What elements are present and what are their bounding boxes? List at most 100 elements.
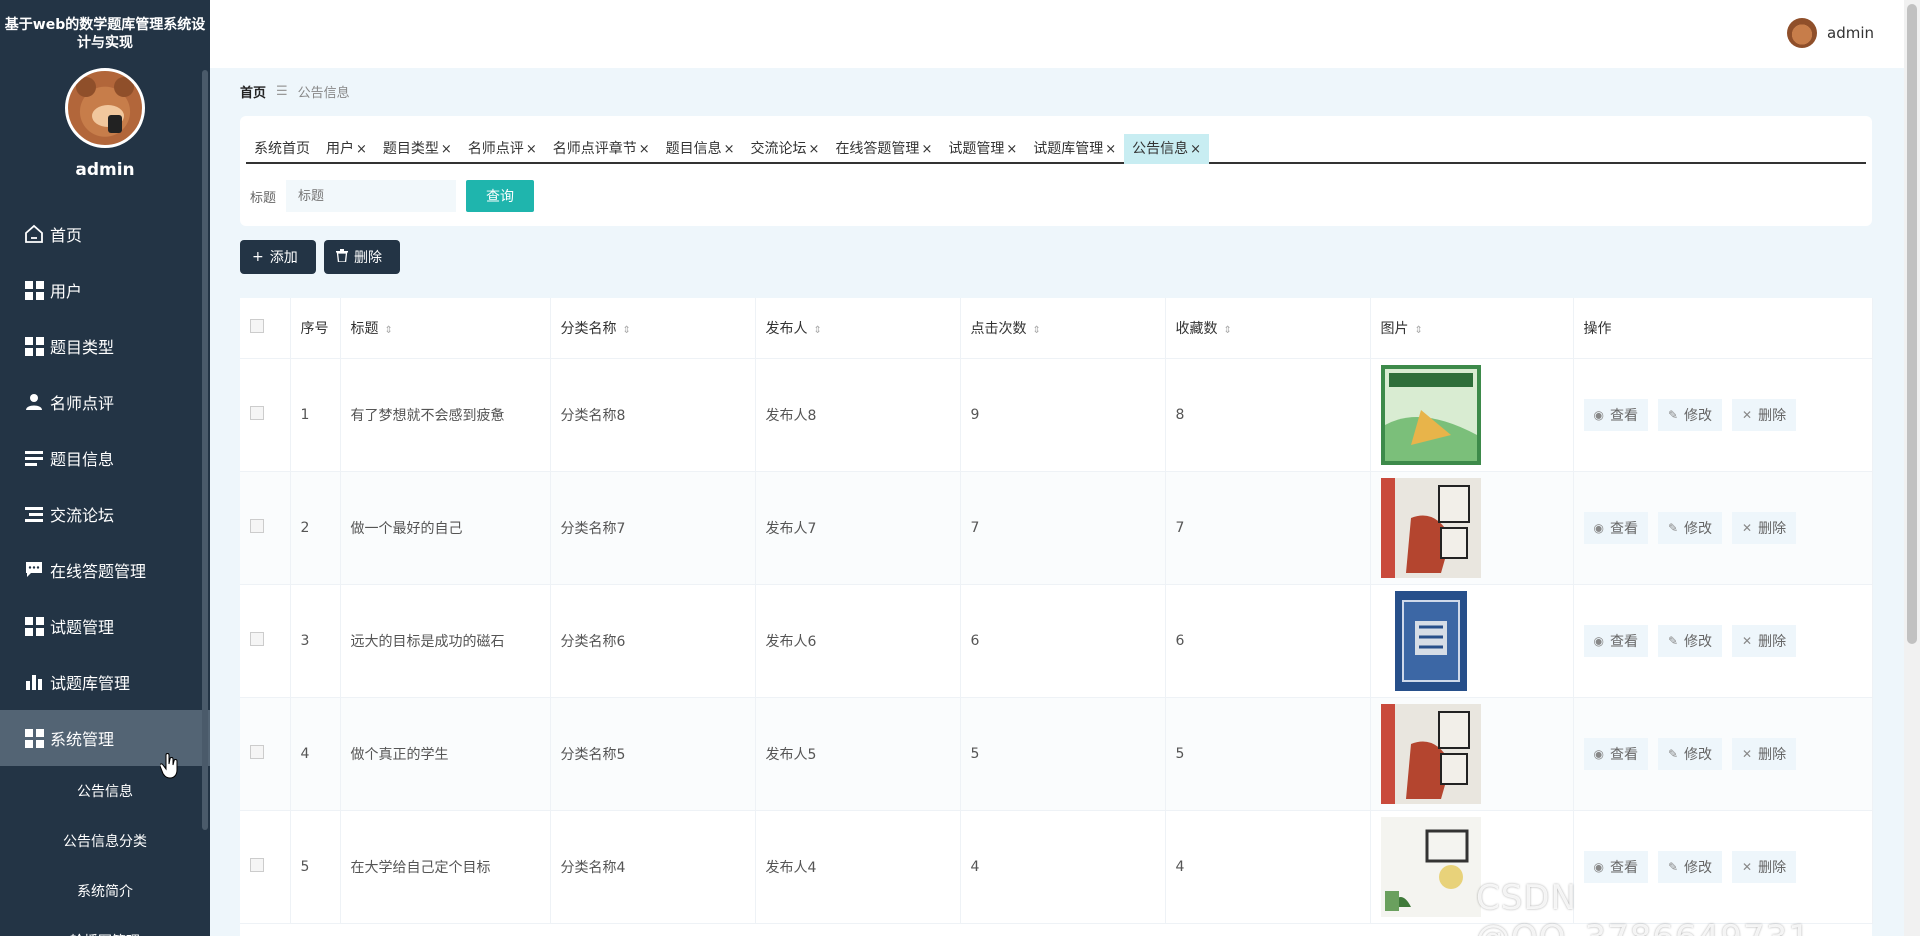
user-menu[interactable]: admin xyxy=(1787,18,1874,48)
row-delete-button[interactable]: ✕ 删除 xyxy=(1732,511,1797,544)
row-delete-button[interactable]: ✕ 删除 xyxy=(1732,398,1797,431)
close-icon[interactable]: × xyxy=(1190,142,1201,157)
sort-icon[interactable]: ⇕ xyxy=(814,325,822,336)
close-icon[interactable]: × xyxy=(639,142,650,157)
eye-icon: ◉ xyxy=(1593,407,1604,422)
sidebar-item-question-info[interactable]: 题目信息 xyxy=(0,430,210,486)
edit-button[interactable]: ✎ 修改 xyxy=(1657,398,1723,431)
edit-button[interactable]: ✎ 修改 xyxy=(1657,511,1723,544)
column-header[interactable]: 图片 ⇕ xyxy=(1370,298,1574,359)
person-icon xyxy=(24,392,44,412)
column-header[interactable]: 标题 ⇕ xyxy=(340,298,551,359)
sidebar-item-exam-management[interactable]: 试题管理 xyxy=(0,598,210,654)
breadcrumb-home[interactable]: 首页 xyxy=(240,82,266,101)
sidebar-username: admin xyxy=(75,160,135,180)
row-checkbox[interactable] xyxy=(250,405,264,420)
page-scrollbar[interactable] xyxy=(1904,0,1920,936)
submenu-item-system-intro[interactable]: 系统简介 xyxy=(0,866,210,916)
row-delete-button[interactable]: ✕ 删除 xyxy=(1732,624,1797,657)
submenu-item-announcement-categories[interactable]: 公告信息分类 xyxy=(0,816,210,866)
tab-label: 题目信息 xyxy=(665,141,722,157)
table-row[interactable]: 1 有了梦想就不会感到疲惫 分类名称8 发布人8 9 8 ◉ 查看 ✎ 修改 ✕ 删除 xyxy=(240,358,1873,472)
close-icon[interactable]: × xyxy=(921,142,932,157)
tab-item[interactable]: 题目信息 × xyxy=(658,134,743,164)
tab-item[interactable]: 名师点评 × xyxy=(460,134,545,164)
book-cover-image[interactable] xyxy=(1394,590,1467,691)
tab-item[interactable]: 题目类型 × xyxy=(375,134,460,164)
book-cover-image[interactable] xyxy=(1380,364,1481,465)
sidebar-item-question-types[interactable]: 题目类型 xyxy=(0,318,210,374)
close-icon[interactable]: × xyxy=(441,142,452,157)
close-icon[interactable]: × xyxy=(356,142,367,157)
book-cover-image[interactable] xyxy=(1380,816,1481,917)
eye-icon: ◉ xyxy=(1593,520,1604,535)
close-icon[interactable]: × xyxy=(724,142,735,157)
row-delete-button[interactable]: ✕ 删除 xyxy=(1732,737,1797,770)
row-checkbox[interactable] xyxy=(250,744,264,759)
sidebar-item-forum[interactable]: 交流论坛 xyxy=(0,486,210,542)
sort-icon[interactable]: ⇕ xyxy=(385,325,393,336)
row-checkbox[interactable] xyxy=(250,631,264,646)
sidebar-item-online-answer[interactable]: 在线答题管理 xyxy=(0,542,210,598)
book-cover-image[interactable] xyxy=(1380,477,1481,578)
watermark: CSDN @QQ_3786649731 xyxy=(1476,878,1810,936)
close-icon[interactable]: × xyxy=(1105,142,1116,157)
book-cover-image[interactable] xyxy=(1380,703,1481,804)
search-input[interactable] xyxy=(286,180,457,212)
select-all-checkbox[interactable] xyxy=(250,318,264,333)
close-icon[interactable]: × xyxy=(526,142,537,157)
sidebar-item-question-bank[interactable]: 试题库管理 xyxy=(0,654,210,710)
table-cell: 2 xyxy=(290,471,341,585)
sort-icon[interactable]: ⇕ xyxy=(1033,325,1041,336)
submenu-item-announcements[interactable]: 公告信息 xyxy=(0,766,210,816)
sort-icon[interactable]: ⇕ xyxy=(623,325,631,336)
data-table: 序号 标题 ⇕ 分类名称 ⇕ 发布人 ⇕ 点击次数 ⇕ 收藏数 ⇕ 图片 ⇕ 操作 1 有了梦… xyxy=(240,298,1873,924)
column-header[interactable]: 发布人 ⇕ xyxy=(755,298,961,359)
view-button[interactable]: ◉ 查看 xyxy=(1583,398,1648,431)
sidebar-item-users[interactable]: 用户 xyxy=(0,262,210,318)
table-row[interactable]: 2 做一个最好的自己 分类名称7 发布人7 7 7 ◉ 查看 ✎ 修改 ✕ 删除 xyxy=(240,471,1873,585)
tab-item[interactable]: 试题管理 × xyxy=(940,134,1025,164)
ops-cell: ◉ 查看 ✎ 修改 ✕ 删除 xyxy=(1573,471,1873,585)
tab-item[interactable]: 试题库管理 × xyxy=(1025,134,1124,164)
tab-item[interactable]: 用户 × xyxy=(318,134,375,164)
edit-button[interactable]: ✎ 修改 xyxy=(1657,737,1723,770)
tab-item[interactable]: 交流论坛 × xyxy=(743,134,828,164)
column-header[interactable]: 分类名称 ⇕ xyxy=(550,298,756,359)
edit-icon: ✎ xyxy=(1667,407,1679,422)
submenu-item-carousel[interactable]: 轮播图管理 xyxy=(0,916,210,936)
avatar[interactable] xyxy=(65,68,145,148)
view-button[interactable]: ◉ 查看 xyxy=(1583,511,1648,544)
tab-item[interactable]: 名师点评章节 × xyxy=(545,134,658,164)
table-cell: 发布人6 xyxy=(755,584,961,698)
add-button[interactable]: + 添加 xyxy=(240,240,316,274)
column-header[interactable]: 点击次数 ⇕ xyxy=(960,298,1166,359)
tab-item[interactable]: 系统首页 xyxy=(246,134,318,164)
sidebar-item-system-management[interactable]: 系统管理 xyxy=(0,710,210,766)
table-row[interactable]: 3 远大的目标是成功的磁石 分类名称6 发布人6 6 6 ◉ 查看 ✎ 修改 ✕ 删除 xyxy=(240,584,1873,698)
edit-icon: ✎ xyxy=(1667,633,1679,648)
delete-button[interactable]: 删除 xyxy=(324,240,400,274)
table-cell: 4 xyxy=(1165,810,1371,924)
sidebar-item-home[interactable]: 首页 xyxy=(0,206,210,262)
row-checkbox[interactable] xyxy=(250,518,264,533)
close-icon[interactable]: × xyxy=(809,142,820,157)
table-row[interactable]: 4 做个真正的学生 分类名称5 发布人5 5 5 ◉ 查看 ✎ 修改 ✕ 删除 xyxy=(240,697,1873,811)
close-icon[interactable]: × xyxy=(1006,142,1017,157)
sort-icon[interactable]: ⇕ xyxy=(1415,325,1423,336)
sidebar-scrollbar[interactable] xyxy=(202,70,208,830)
row-checkbox[interactable] xyxy=(250,857,264,872)
tab-item[interactable]: 在线答题管理 × xyxy=(827,134,940,164)
query-button[interactable]: 查询 xyxy=(466,180,535,212)
sort-icon[interactable]: ⇕ xyxy=(1224,325,1232,336)
table-cell: 分类名称7 xyxy=(550,471,756,585)
view-button[interactable]: ◉ 查看 xyxy=(1583,737,1648,770)
view-button[interactable]: ◉ 查看 xyxy=(1583,624,1648,657)
sidebar-item-teacher-reviews[interactable]: 名师点评 xyxy=(0,374,210,430)
tabs-search-card: 系统首页 用户 × 题目类型 × 名师点评 × 名师点评章节 × 题目信息 × 交流论坛 × 在线答题管理… xyxy=(240,116,1872,226)
column-header[interactable]: 收藏数 ⇕ xyxy=(1165,298,1371,359)
edit-button[interactable]: ✎ 修改 xyxy=(1657,624,1723,657)
eye-icon: ◉ xyxy=(1593,746,1604,761)
sidebar-item-label: 系统管理 xyxy=(50,730,115,749)
tab-item[interactable]: 公告信息 × xyxy=(1124,134,1210,164)
